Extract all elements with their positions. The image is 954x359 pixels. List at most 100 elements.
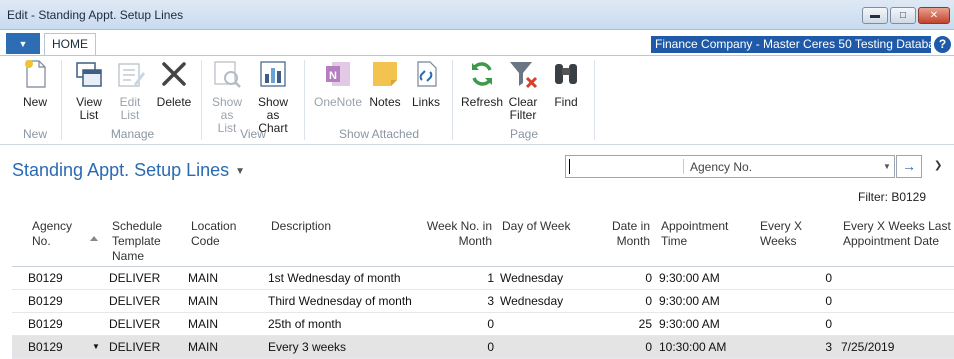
cell-week: 1 bbox=[487, 271, 494, 285]
maximize-icon: □ bbox=[899, 10, 907, 21]
clear-filter-button[interactable]: Clear Filter bbox=[506, 58, 540, 122]
links-button[interactable]: Links bbox=[409, 58, 443, 109]
column-header-location-code[interactable]: Location Code bbox=[191, 219, 241, 249]
column-header-week-no[interactable]: Week No. in Month bbox=[424, 219, 492, 249]
column-header-every-x-weeks-last[interactable]: Every X Weeks Last Appointment Date bbox=[843, 219, 951, 249]
ribbon-tab-row: ▼ HOME Finance Company - Master Ceres 50… bbox=[0, 31, 954, 56]
link-icon bbox=[417, 61, 437, 87]
sort-ascending-icon[interactable] bbox=[90, 236, 98, 241]
cell-time: 9:30:00 AM bbox=[659, 317, 720, 331]
cell-date: 0 bbox=[645, 271, 652, 285]
ribbon-separator bbox=[452, 60, 453, 140]
maximize-button[interactable]: □ bbox=[890, 7, 916, 24]
table-row[interactable]: B0129 DELIVER MAIN Third Wednesday of mo… bbox=[12, 290, 954, 313]
help-icon[interactable]: ? bbox=[934, 36, 951, 53]
table-row[interactable]: B0129 DELIVER MAIN 1st Wednesday of mont… bbox=[12, 267, 954, 290]
cell-every: 0 bbox=[825, 294, 832, 308]
ribbon: New New View List Edit List Delete Manag… bbox=[0, 55, 954, 145]
delete-button[interactable]: Delete bbox=[155, 58, 193, 109]
chart-icon bbox=[260, 61, 286, 87]
table-row[interactable]: B0129 DELIVER MAIN 25th of month 0 25 9:… bbox=[12, 313, 954, 336]
new-button[interactable]: New bbox=[18, 58, 52, 109]
cell-location: MAIN bbox=[188, 271, 218, 285]
clear-filter-icon bbox=[510, 62, 538, 89]
app-menu-button[interactable]: ▼ bbox=[6, 33, 40, 54]
group-label-show-attached: Show Attached bbox=[338, 127, 420, 141]
chevron-down-icon: ▼ bbox=[235, 165, 246, 177]
column-header-schedule-template[interactable]: Schedule Template Name bbox=[112, 219, 172, 264]
cell-description: 1st Wednesday of month bbox=[268, 271, 401, 285]
cell-day: Wednesday bbox=[500, 271, 564, 285]
search-box[interactable]: Agency No. ▼ bbox=[565, 155, 895, 178]
cell-date: 0 bbox=[645, 294, 652, 308]
row-dropdown-icon[interactable]: ▼ bbox=[92, 342, 100, 351]
chevron-down-icon: ▼ bbox=[18, 38, 28, 49]
chevron-down-icon[interactable]: ▼ bbox=[883, 162, 891, 171]
search-input[interactable] bbox=[569, 159, 570, 174]
cell-agency: B0129 bbox=[28, 294, 63, 308]
column-header-date-in-month[interactable]: Date in Month bbox=[604, 219, 650, 249]
notes-button[interactable]: Notes bbox=[367, 58, 403, 109]
table-row-selected[interactable]: B0129 ▼ DELIVER MAIN Every 3 weeks 0 0 1… bbox=[12, 336, 954, 359]
onenote-button[interactable]: N OneNote bbox=[313, 58, 363, 109]
column-header-every-x-weeks[interactable]: Every X Weeks bbox=[760, 219, 836, 249]
binoculars-icon bbox=[555, 64, 577, 84]
column-header-agency-no[interactable]: Agency No. bbox=[32, 219, 82, 249]
view-list-label: View List bbox=[76, 95, 102, 122]
view-list-icon bbox=[76, 62, 102, 87]
page-title-text: Standing Appt. Setup Lines bbox=[12, 160, 230, 180]
delete-label: Delete bbox=[156, 95, 192, 109]
cell-agency: B0129 bbox=[28, 317, 63, 331]
column-header-day-of-week[interactable]: Day of Week bbox=[502, 219, 582, 234]
edit-list-icon bbox=[118, 63, 145, 87]
show-as-chart-button[interactable]: Show as Chart bbox=[250, 58, 296, 135]
minimize-icon: ▬ bbox=[870, 10, 880, 21]
company-name[interactable]: Finance Company - Master Ceres 50 Testin… bbox=[651, 36, 931, 53]
notes-label: Notes bbox=[369, 95, 401, 109]
close-icon: ✕ bbox=[929, 10, 939, 21]
cell-time: 9:30:00 AM bbox=[659, 294, 720, 308]
note-icon bbox=[373, 62, 397, 86]
filter-text: Filter: B0129 bbox=[858, 190, 927, 204]
search-divider bbox=[683, 159, 684, 174]
column-header-appointment-time[interactable]: Appointment Time bbox=[661, 219, 737, 249]
cell-time: 10:30:00 AM bbox=[659, 340, 727, 354]
cell-every: 0 bbox=[825, 271, 832, 285]
cell-location: MAIN bbox=[188, 294, 218, 308]
delete-x-icon bbox=[162, 62, 186, 86]
new-label: New bbox=[22, 95, 47, 109]
show-as-list-icon bbox=[214, 61, 241, 88]
cell-last: 7/25/2019 bbox=[841, 340, 895, 354]
group-label-manage: Manage bbox=[110, 127, 155, 141]
page-title[interactable]: Standing Appt. Setup Lines ▼ bbox=[12, 160, 245, 181]
new-document-icon bbox=[25, 60, 46, 88]
search-field-label[interactable]: Agency No. bbox=[690, 160, 752, 174]
onenote-label: OneNote bbox=[313, 95, 363, 109]
clear-filter-label: Clear Filter bbox=[508, 95, 538, 122]
cell-week: 0 bbox=[487, 317, 494, 331]
find-button[interactable]: Find bbox=[550, 58, 582, 109]
column-header-description[interactable]: Description bbox=[271, 219, 371, 234]
group-label-page: Page bbox=[509, 127, 539, 141]
view-list-button[interactable]: View List bbox=[70, 58, 108, 122]
cell-description: Third Wednesday of month bbox=[268, 294, 412, 308]
edit-list-button[interactable]: Edit List bbox=[112, 58, 148, 122]
refresh-button[interactable]: Refresh bbox=[460, 58, 504, 109]
find-label: Find bbox=[554, 95, 578, 109]
links-label: Links bbox=[411, 95, 440, 109]
refresh-label: Refresh bbox=[460, 95, 504, 109]
close-button[interactable]: ✕ bbox=[918, 7, 950, 24]
tab-home[interactable]: HOME bbox=[44, 33, 96, 56]
cell-location: MAIN bbox=[188, 317, 218, 331]
collapse-chevron-icon[interactable]: ❯ bbox=[934, 160, 942, 171]
svg-text:N: N bbox=[329, 70, 337, 82]
cell-agency: B0129 bbox=[28, 271, 63, 285]
search-go-button[interactable]: → bbox=[896, 155, 922, 178]
onenote-icon: N bbox=[326, 62, 350, 86]
ribbon-separator bbox=[304, 60, 305, 140]
show-as-list-button[interactable]: Show as List bbox=[208, 58, 246, 135]
cell-day: Wednesday bbox=[500, 294, 564, 308]
minimize-button[interactable]: ▬ bbox=[862, 7, 888, 24]
cell-week: 3 bbox=[487, 294, 494, 308]
group-label-view: View bbox=[240, 127, 266, 141]
